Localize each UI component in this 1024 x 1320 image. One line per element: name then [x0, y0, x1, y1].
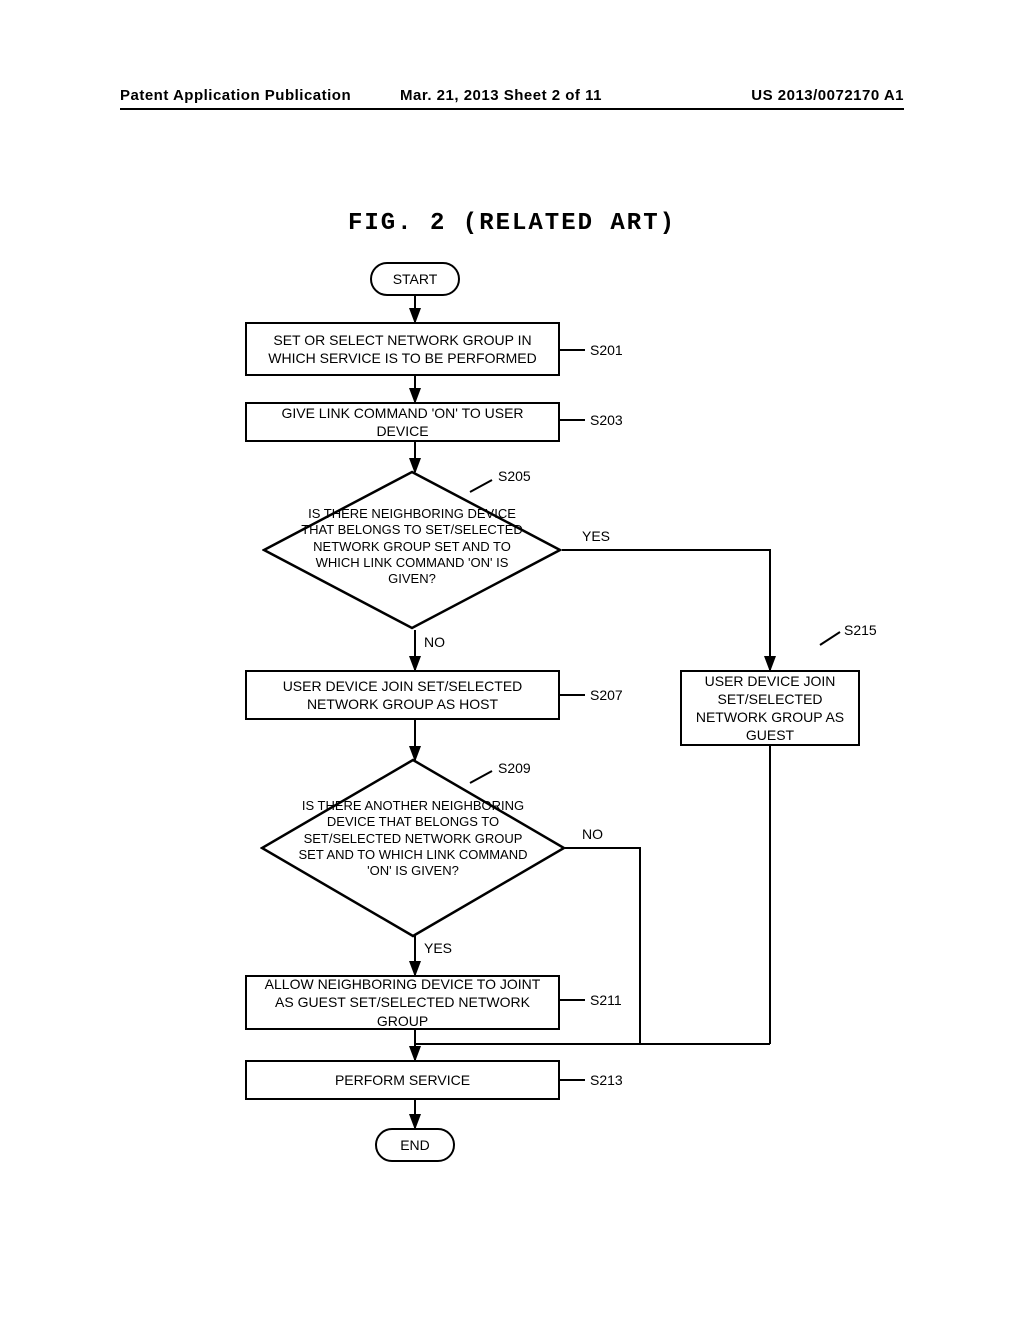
header-mid: Mar. 21, 2013 Sheet 2 of 11 [400, 87, 602, 104]
terminator-end: END [375, 1128, 455, 1162]
decision-s209: IS THERE ANOTHER NEIGHBORING DEVICE THAT… [260, 758, 566, 938]
edge-s209-yes: YES [424, 940, 452, 956]
process-s207: USER DEVICE JOIN SET/SELECTED NETWORK GR… [245, 670, 560, 720]
edge-s205-yes: YES [582, 528, 610, 544]
process-s203: GIVE LINK COMMAND 'ON' TO USER DEVICE [245, 402, 560, 442]
header-left: Patent Application Publication [120, 87, 351, 104]
header-right: US 2013/0072170 A1 [751, 87, 904, 104]
decision-s205-text: IS THERE NEIGHBORING DEVICE THAT BELONGS… [292, 506, 532, 587]
decision-s205: IS THERE NEIGHBORING DEVICE THAT BELONGS… [262, 470, 562, 630]
label-s215: S215 [844, 622, 877, 638]
label-s213: S213 [590, 1072, 623, 1088]
flowchart-lines [0, 0, 1024, 1320]
label-s207: S207 [590, 687, 623, 703]
process-s201: SET OR SELECT NETWORK GROUP IN WHICH SER… [245, 322, 560, 376]
label-s201: S201 [590, 342, 623, 358]
decision-s209-text: IS THERE ANOTHER NEIGHBORING DEVICE THAT… [294, 798, 532, 879]
page: Patent Application Publication Mar. 21, … [0, 0, 1024, 1320]
label-s211: S211 [590, 992, 622, 1008]
label-s209: S209 [498, 760, 531, 776]
edge-s209-no: NO [582, 826, 603, 842]
figure-title: FIG. 2 (RELATED ART) [0, 210, 1024, 237]
process-s215: USER DEVICE JOIN SET/SELECTED NETWORK GR… [680, 670, 860, 746]
edge-s205-no: NO [424, 634, 445, 650]
process-s211: ALLOW NEIGHBORING DEVICE TO JOINT AS GUE… [245, 975, 560, 1030]
label-s205: S205 [498, 468, 531, 484]
label-s203: S203 [590, 412, 623, 428]
terminator-start: START [370, 262, 460, 296]
page-header: Patent Application Publication Mar. 21, … [120, 86, 904, 110]
process-s213: PERFORM SERVICE [245, 1060, 560, 1100]
